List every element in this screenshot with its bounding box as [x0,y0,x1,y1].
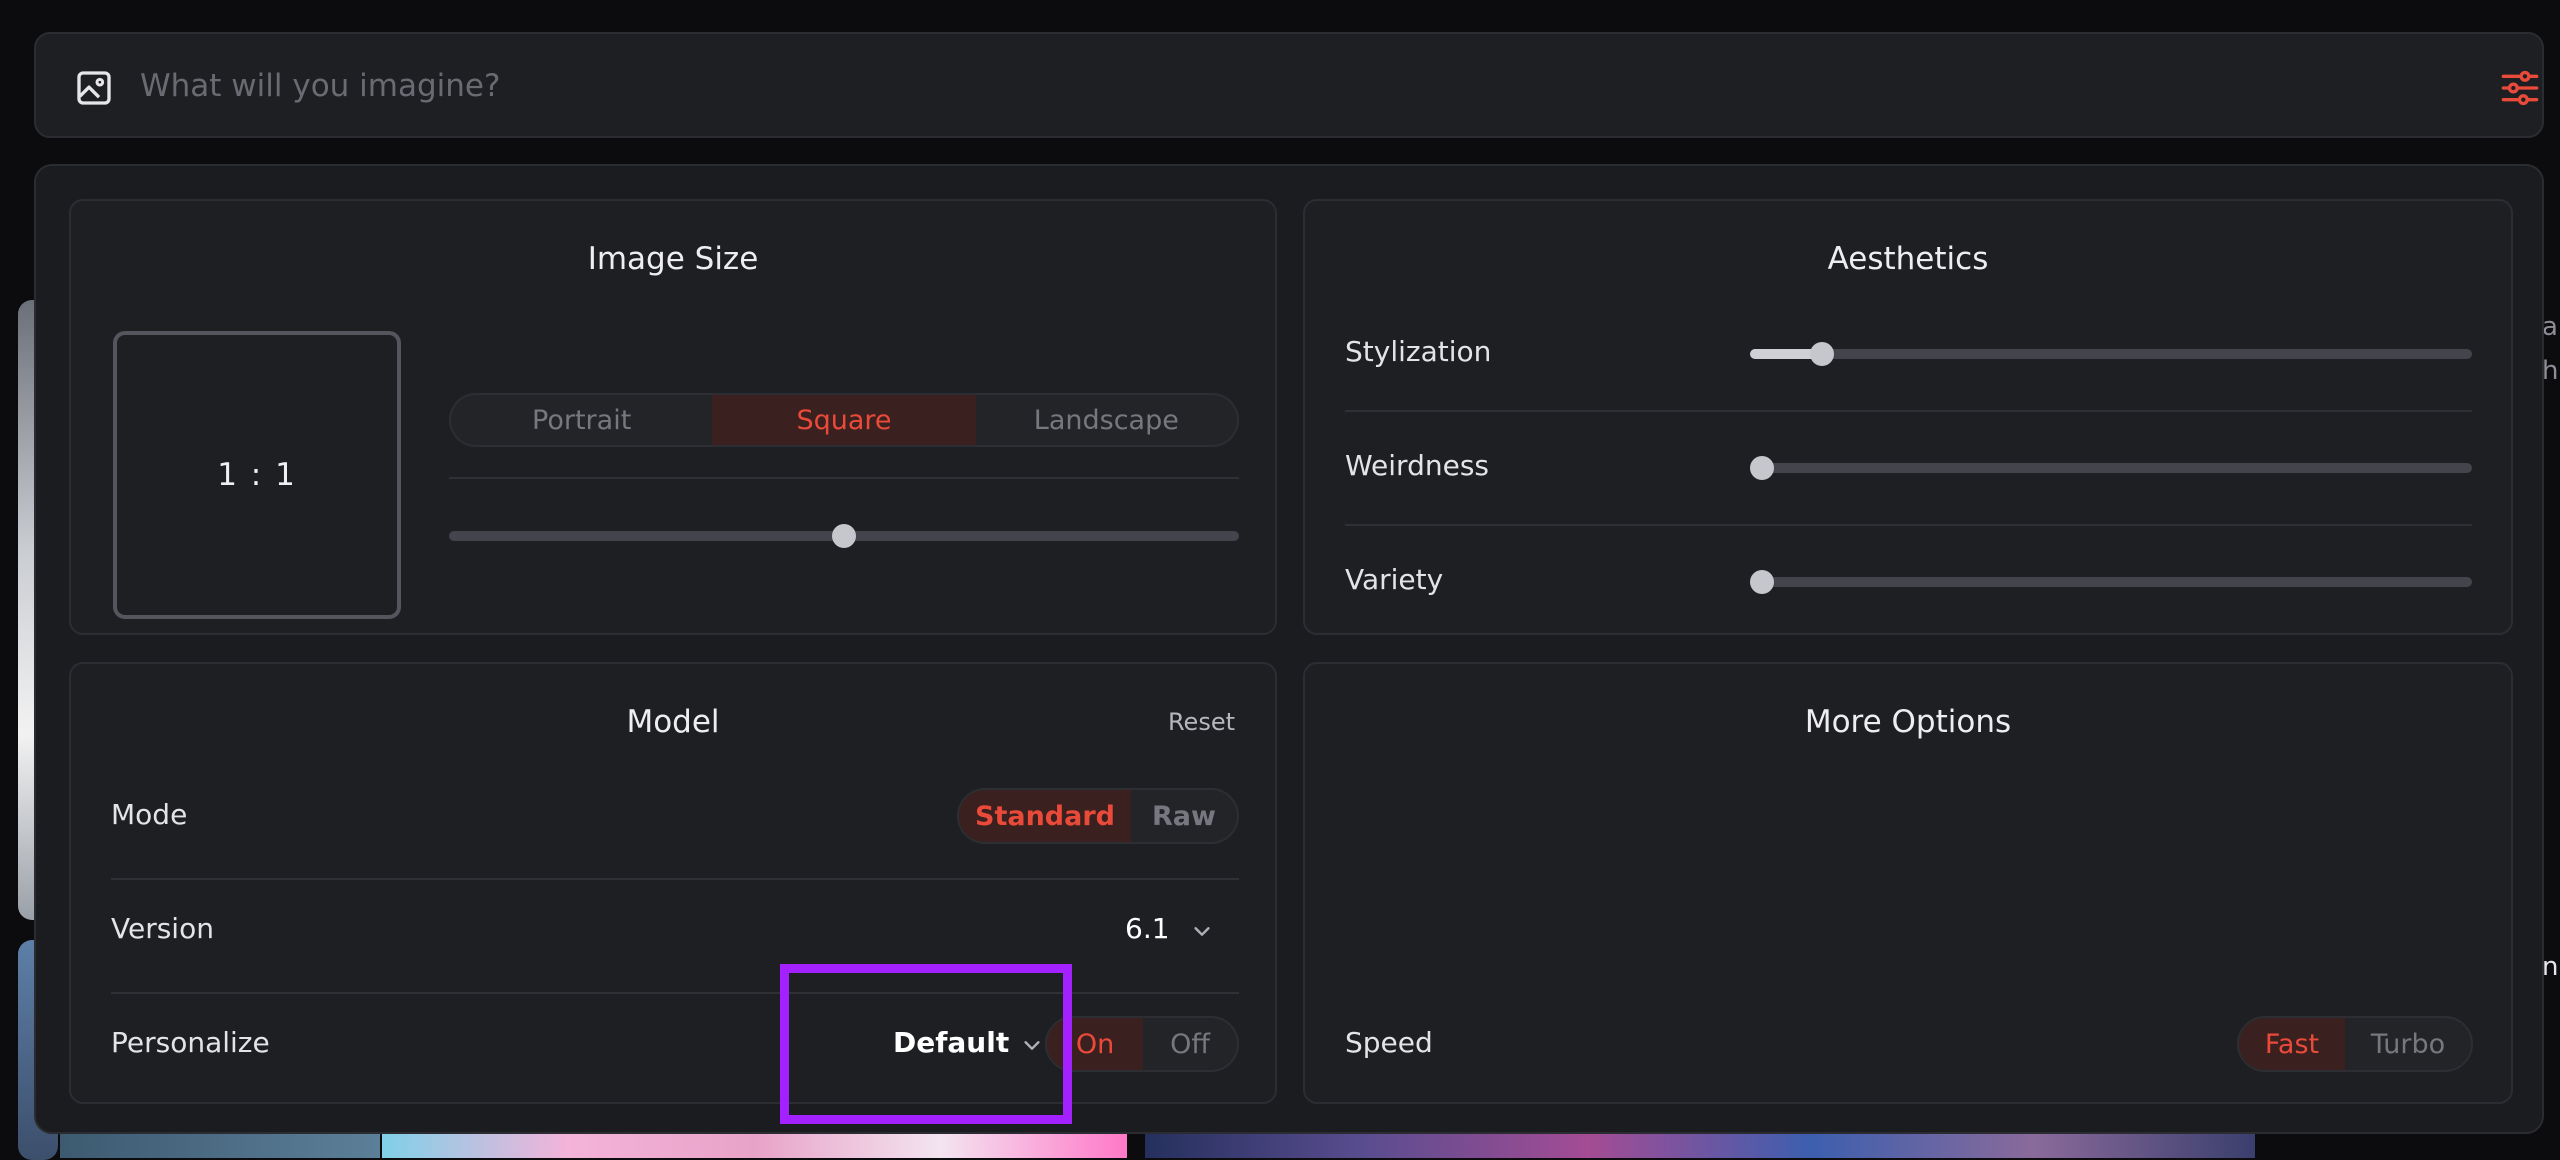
mode-raw[interactable]: Raw [1131,790,1237,842]
slider-thumb[interactable] [1750,456,1774,480]
divider [111,878,1239,880]
mode-label: Mode [111,798,188,831]
personalize-label: Personalize [111,1026,270,1059]
variety-label: Variety [1345,563,1444,596]
image-size-title: Image Size [587,241,759,277]
prompt-input[interactable] [140,54,2440,118]
aesthetics-card: Aesthetics Stylization Weirdness Variety [1303,199,2513,635]
divider [1345,410,2472,412]
image-size-card: Image Size 1 : 1 Portrait Square Landsca… [69,199,1277,635]
aspect-ratio-label: 1 : 1 [217,457,297,493]
settings-panel: Image Size 1 : 1 Portrait Square Landsca… [34,164,2544,1134]
orientation-square[interactable]: Square [712,395,976,445]
slider-thumb[interactable] [1750,570,1774,594]
divider [111,992,1239,994]
slider-thumb[interactable] [832,524,856,548]
more-options-card: More Options Speed Fast Turbo [1303,662,2513,1104]
mode-standard[interactable]: Standard [959,790,1131,842]
personalize-profile-value[interactable]: Default [893,1026,1009,1059]
reset-button[interactable]: Reset [1168,708,1235,736]
edge-text: n [2542,952,2559,982]
personalize-on[interactable]: On [1047,1018,1143,1070]
personalize-off[interactable]: Off [1143,1018,1237,1070]
divider [1345,524,2472,526]
edge-text: a [2542,312,2558,342]
stylization-label: Stylization [1345,335,1492,368]
weirdness-label: Weirdness [1345,449,1489,482]
speed-toggle: Fast Turbo [2237,1016,2473,1072]
edge-text: h [2542,356,2559,386]
chevron-down-icon[interactable] [1021,1034,1043,1056]
divider [449,477,1239,479]
version-value[interactable]: 6.1 [1125,912,1170,945]
sliders-settings-icon[interactable] [2500,68,2540,108]
weirdness-slider[interactable] [1750,456,2472,480]
orientation-toggle: Portrait Square Landscape [449,393,1239,447]
speed-label: Speed [1345,1026,1433,1059]
speed-fast[interactable]: Fast [2239,1018,2345,1070]
speed-turbo[interactable]: Turbo [2345,1018,2471,1070]
mode-toggle: Standard Raw [957,788,1239,844]
aspect-ratio-preview: 1 : 1 [113,331,401,619]
orientation-landscape[interactable]: Landscape [976,395,1237,445]
image-icon[interactable] [74,68,114,108]
more-options-title: More Options [1804,704,2012,740]
aesthetics-title: Aesthetics [1827,241,1989,277]
prompt-bar [34,32,2544,138]
variety-slider[interactable] [1750,570,2472,594]
orientation-portrait[interactable]: Portrait [451,395,712,445]
personalize-toggle: On Off [1045,1016,1239,1072]
aspect-slider[interactable] [449,524,1239,548]
model-title: Model [626,704,720,740]
slider-thumb[interactable] [1810,342,1834,366]
chevron-down-icon[interactable] [1191,920,1213,942]
version-label: Version [111,912,214,945]
model-card: Model Reset Mode Standard Raw Version 6.… [69,662,1277,1104]
stylization-slider[interactable] [1750,342,2472,366]
